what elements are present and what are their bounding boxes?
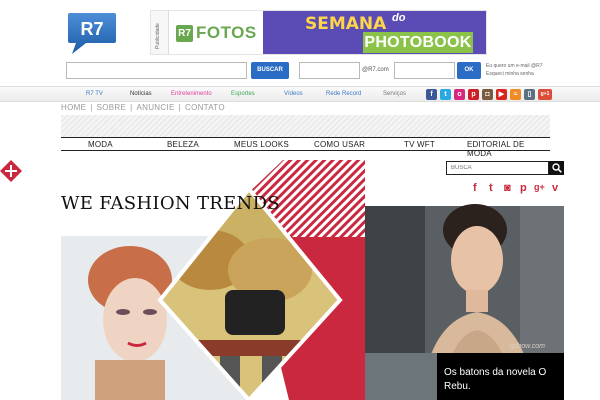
ad-publicidade-tag: Publicidade (151, 11, 169, 54)
forgot-password-link[interactable]: Esqueci minha senha (486, 70, 543, 78)
portal-nav-rede-record[interactable]: Rede Record (326, 91, 361, 97)
nav-beleza[interactable]: BELEZA (167, 140, 199, 149)
plus-icon[interactable] (0, 160, 22, 182)
facebook-icon[interactable]: f (473, 182, 477, 194)
vine-icon[interactable]: v (552, 182, 558, 194)
nav-editorial-de-moda[interactable]: EDITORIAL DE MODA (467, 140, 550, 158)
nav-como-usar[interactable]: COMO USAR (314, 140, 365, 149)
blog-search-input[interactable] (446, 161, 549, 175)
youtube-icon[interactable]: ▶ (496, 89, 507, 100)
portal-nav-r7tv[interactable]: R7 TV (86, 91, 103, 97)
link-separator: | (130, 103, 133, 112)
sobre-link[interactable]: SOBRE (97, 103, 127, 112)
ad-do-label: do (392, 12, 406, 24)
twitter-icon[interactable]: t (489, 182, 493, 194)
mobile-icon[interactable]: ▯ (524, 89, 535, 100)
email-links: Eu quero um e-mail @R7 Esqueci minha sen… (486, 62, 543, 78)
hatched-banner (61, 115, 550, 137)
blog-title: WE FASHION TRENDS (61, 193, 280, 214)
google-plus-icon[interactable]: g+1 (538, 89, 552, 100)
portal-nav-entretenimento[interactable]: Entretenimento (171, 91, 212, 97)
email-password-field[interactable] (394, 62, 455, 79)
pinterest-icon[interactable]: p (520, 182, 527, 194)
ad-photobook-panel: SEMANA do PHOTOBOOK (263, 11, 486, 54)
link-separator: | (178, 103, 181, 112)
link-separator: | (90, 103, 93, 112)
email-domain-label: @R7.com (362, 67, 389, 73)
email-user-field[interactable] (299, 62, 360, 79)
portal-nav-videos[interactable]: Vídeos (284, 91, 303, 97)
email-ok-button[interactable]: OK (457, 62, 481, 79)
facebook-icon[interactable]: f (426, 89, 437, 100)
home-link[interactable]: HOME (61, 103, 86, 112)
nav-moda[interactable]: MODA (88, 140, 113, 149)
ad-photobook-label: PHOTOBOOK (363, 32, 473, 53)
portal-search-input[interactable] (66, 62, 247, 79)
ad-publicidade-label: Publicidade (155, 23, 161, 49)
blog-search-button[interactable] (549, 161, 564, 175)
portal-nav-servicos[interactable]: Serviços (383, 91, 406, 97)
anuncie-link[interactable]: ANUNCIE (137, 103, 175, 112)
nav-meus-looks[interactable]: MEUS LOOKS (234, 140, 289, 149)
portal-nav: R7 TV Notícias Entretenimento Esportes V… (0, 86, 600, 102)
r7-logo-text: R7 (80, 19, 103, 39)
orkut-icon[interactable]: o (454, 89, 465, 100)
search-icon (552, 163, 562, 173)
twitter-icon[interactable]: t (440, 89, 451, 100)
street-photo-bottom (365, 353, 437, 400)
instagram-icon[interactable]: ◘ (482, 89, 493, 100)
portal-search-button[interactable]: BUSCAR (251, 62, 289, 79)
pinterest-icon[interactable]: p (468, 89, 479, 100)
main-nav: MODA BELEZA MEUS LOOKS COMO USAR TV WFT … (61, 137, 550, 158)
rss-icon[interactable]: ≈ (510, 89, 521, 100)
ad-r7-mark: R7 (176, 25, 193, 42)
caption-text[interactable]: Os batons da novela O Rebu. (444, 366, 562, 394)
ad-banner[interactable]: Publicidade R7 FOTOS SEMANA do PHOTOBOOK (150, 10, 487, 55)
portal-nav-esportes[interactable]: Esportes (231, 91, 255, 97)
r7-logo[interactable]: R7 (66, 11, 118, 55)
photo-watermark: gshow.com (510, 343, 546, 350)
ad-semana-label: SEMANA (305, 14, 387, 34)
instagram-icon[interactable]: ◙ (504, 182, 511, 194)
blog-top-links: HOME | SOBRE | ANUNCIE | CONTATO (61, 103, 229, 112)
portal-header: R7 Publicidade R7 FOTOS SEMANA do PHOTOB… (0, 0, 600, 86)
create-email-link[interactable]: Eu quero um e-mail @R7 (486, 62, 543, 70)
ad-fotos-label: FOTOS (196, 23, 257, 42)
google-plus-icon[interactable]: g+ (534, 182, 545, 192)
portal-nav-noticias[interactable]: Notícias (130, 91, 152, 97)
contato-link[interactable]: CONTATO (185, 103, 225, 112)
nav-tv-wft[interactable]: TV WFT (404, 140, 435, 149)
